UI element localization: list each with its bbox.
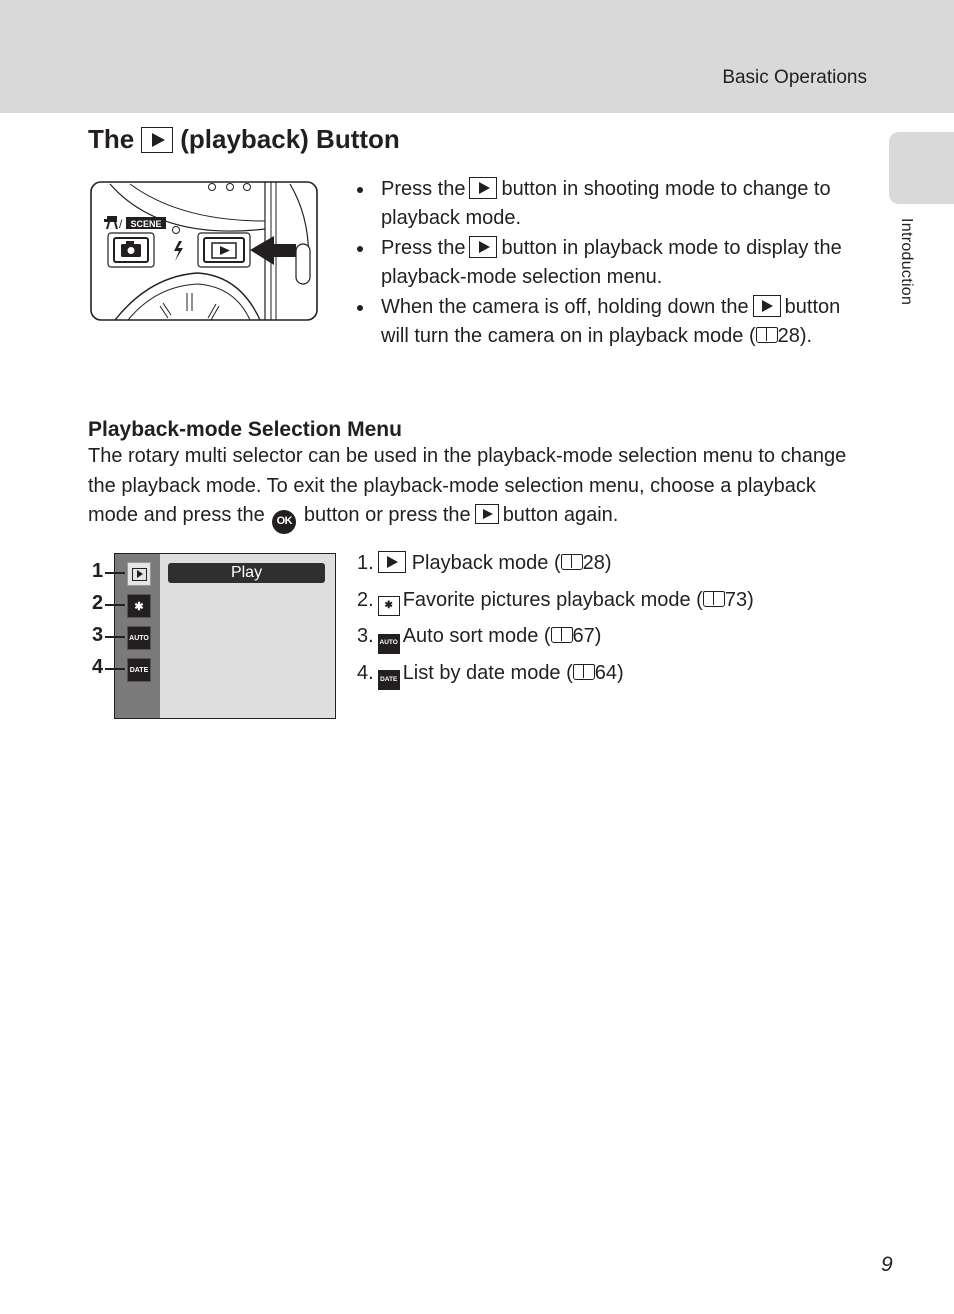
section-paragraph: The rotary multi selector can be used in… xyxy=(88,442,868,534)
callout-number: 4 xyxy=(92,656,104,678)
book-reference-icon xyxy=(550,627,573,644)
mode-item: 3. AUTO Auto sort mode (67) xyxy=(357,618,754,655)
instruction-list: Press the button in shooting mode to chan… xyxy=(355,175,870,352)
book-reference-icon xyxy=(755,327,778,343)
menu-header-play: Play xyxy=(168,563,325,583)
page-title: The (playback) Button xyxy=(88,124,400,155)
callout-line xyxy=(105,572,125,574)
callout-line xyxy=(105,636,125,638)
list-by-date-icon: DATE xyxy=(377,670,400,691)
favorite-pictures-icon: ✱ xyxy=(377,596,400,617)
page-title-suffix: (playback) Button xyxy=(180,124,400,154)
book-reference-icon xyxy=(560,554,583,570)
bullet-dot xyxy=(357,187,363,193)
favorite-pictures-icon: ✱ xyxy=(127,594,151,618)
section-heading: Playback-mode Selection Menu xyxy=(88,418,402,441)
bullet-item: When the camera is off, holding down the… xyxy=(355,293,870,351)
auto-sort-icon: AUTO xyxy=(377,633,400,654)
playback-button-icon xyxy=(141,126,174,153)
bullet-dot xyxy=(357,246,363,252)
bullet-item: Press the button in playback mode to disp… xyxy=(355,234,870,292)
camera-illustration: / SCENE xyxy=(90,181,318,321)
chapter-tab xyxy=(889,132,954,204)
mode-item: 4. DATE List by date mode (64) xyxy=(357,655,754,692)
playback-button-icon xyxy=(752,294,781,317)
playback-button-icon xyxy=(469,235,498,258)
chapter-label: Introduction xyxy=(898,218,915,306)
playback-mode-list: 1. Playback mode (28) 2. ✱ Favorite picture… xyxy=(357,545,754,692)
mode-item: 1. Playback mode (28) xyxy=(357,550,612,574)
section-title: Basic Operations xyxy=(722,67,867,88)
playback-icon xyxy=(127,562,151,586)
book-reference-icon xyxy=(702,590,725,607)
svg-text:SCENE: SCENE xyxy=(130,219,161,229)
callout-line xyxy=(105,668,125,670)
bullet-dot xyxy=(357,305,363,311)
list-by-date-icon: DATE xyxy=(127,658,151,682)
playback-mode-menu-screen: ✱ AUTO DATE Play xyxy=(114,553,336,719)
header-band xyxy=(0,0,954,113)
callout-number: 3 xyxy=(92,624,104,646)
mode-item: 2. ✱ Favorite pictures playback mode (73) xyxy=(357,582,754,619)
callout-line xyxy=(105,604,125,606)
auto-sort-icon: AUTO xyxy=(127,626,151,650)
page-title-prefix: The xyxy=(88,124,135,154)
ok-button-icon: OK xyxy=(272,509,297,534)
bullet-item: Press the button in shooting mode to chan… xyxy=(355,175,870,233)
playback-icon xyxy=(377,550,406,573)
callout-number: 1 xyxy=(92,560,104,582)
playback-button-icon xyxy=(469,176,498,199)
callout-number: 2 xyxy=(92,592,104,614)
page-number: 9 xyxy=(881,1253,893,1276)
playback-button-icon xyxy=(474,503,499,524)
book-reference-icon xyxy=(572,664,595,681)
